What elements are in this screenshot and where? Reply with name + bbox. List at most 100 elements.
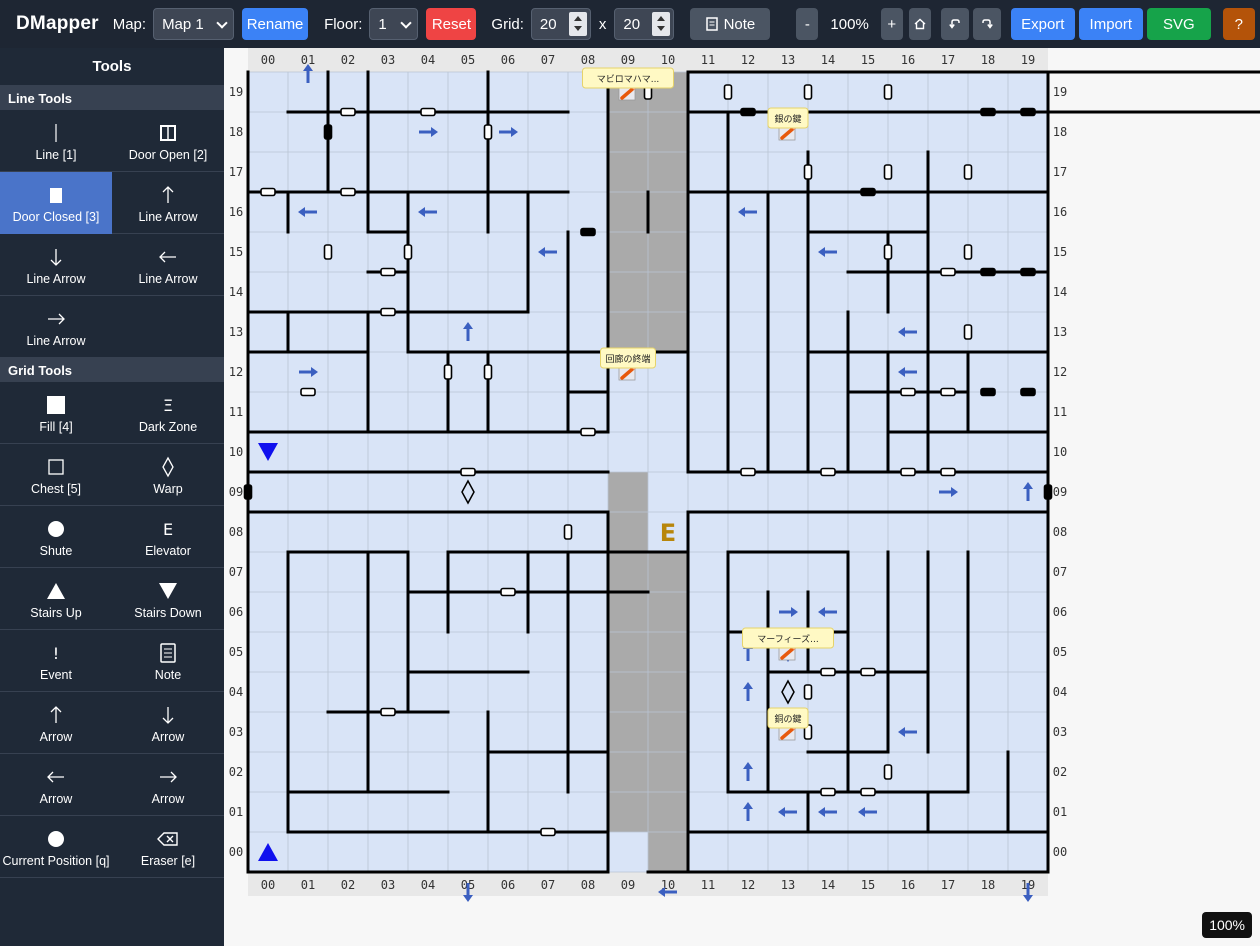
door-closed[interactable]: [1020, 387, 1036, 397]
tool-stairs-up-button[interactable]: Stairs Up: [0, 568, 112, 630]
door-open[interactable]: [420, 107, 436, 117]
tool-chest-button[interactable]: Chest [5]: [0, 444, 112, 506]
dark-zone-cell[interactable]: [648, 552, 688, 592]
grid-width-input[interactable]: 20: [530, 8, 591, 40]
door-open[interactable]: [340, 107, 356, 117]
dark-zone-cell[interactable]: [648, 832, 688, 872]
help-button[interactable]: ?: [1222, 8, 1255, 40]
dark-zone-cell[interactable]: [608, 672, 648, 712]
import-button[interactable]: Import: [1078, 8, 1143, 40]
tool-line-arrow-button[interactable]: Line Arrow: [0, 296, 112, 358]
tool-arrow-button[interactable]: Arrow: [112, 692, 224, 754]
tool-line-arrow-button[interactable]: Line Arrow: [112, 172, 224, 234]
tool-arrow-button[interactable]: Arrow: [112, 754, 224, 816]
dark-zone-cell[interactable]: [608, 512, 648, 552]
door-open[interactable]: [723, 84, 733, 100]
door-open[interactable]: [540, 827, 556, 837]
dark-zone-cell[interactable]: [648, 792, 688, 832]
dark-zone-cell[interactable]: [648, 752, 688, 792]
door-open[interactable]: [883, 164, 893, 180]
tool-line-arrow-button[interactable]: Line Arrow: [112, 234, 224, 296]
grid-height-input[interactable]: 20: [614, 8, 675, 40]
tool-elevator-button[interactable]: E Elevator: [112, 506, 224, 568]
door-closed[interactable]: [580, 227, 596, 237]
dark-zone-cell[interactable]: [648, 712, 688, 752]
door-open[interactable]: [883, 244, 893, 260]
door-open[interactable]: [803, 164, 813, 180]
map-canvas[interactable]: 00 00 01 01 02 02 03 03 04 04 05 05 06 06 07 07 08 08 09 09…: [224, 48, 1260, 946]
door-closed[interactable]: [1020, 107, 1036, 117]
door-open[interactable]: [883, 764, 893, 780]
door-open[interactable]: [323, 244, 333, 260]
door-closed[interactable]: [980, 107, 996, 117]
door-open[interactable]: [443, 364, 453, 380]
door-open[interactable]: [483, 124, 493, 140]
dark-zone-cell[interactable]: [608, 752, 648, 792]
dark-zone-cell[interactable]: [648, 632, 688, 672]
rename-button[interactable]: Rename: [242, 8, 309, 40]
door-open[interactable]: [403, 244, 413, 260]
door-open[interactable]: [820, 787, 836, 797]
tool-line-button[interactable]: Line [1]: [0, 110, 112, 172]
door-open[interactable]: [460, 467, 476, 477]
dark-zone-cell[interactable]: [608, 312, 648, 352]
zoom-in-button[interactable]: +: [880, 8, 903, 40]
dark-zone-cell[interactable]: [608, 112, 648, 152]
floor-select[interactable]: 1: [369, 8, 419, 40]
door-closed[interactable]: [1043, 484, 1053, 500]
door-open[interactable]: [340, 187, 356, 197]
door-open[interactable]: [380, 267, 396, 277]
dark-zone-cell[interactable]: [648, 192, 688, 232]
dark-zone-cell[interactable]: [608, 632, 648, 672]
door-open[interactable]: [900, 467, 916, 477]
door-open[interactable]: [940, 387, 956, 397]
tool-warp-button[interactable]: Warp: [112, 444, 224, 506]
door-open[interactable]: [803, 84, 813, 100]
dark-zone-cell[interactable]: [648, 672, 688, 712]
door-open[interactable]: [300, 387, 316, 397]
door-closed[interactable]: [980, 387, 996, 397]
dark-zone-cell[interactable]: [608, 192, 648, 232]
door-open[interactable]: [380, 707, 396, 717]
tool-door-closed-button[interactable]: Door Closed [3]: [0, 172, 112, 234]
door-closed[interactable]: [243, 484, 253, 500]
door-open[interactable]: [260, 187, 276, 197]
door-open[interactable]: [883, 84, 893, 100]
reset-button[interactable]: Reset: [426, 8, 477, 40]
dark-zone-cell[interactable]: [648, 232, 688, 272]
door-open[interactable]: [860, 667, 876, 677]
tool-door-open-button[interactable]: Door Open [2]: [112, 110, 224, 172]
dark-zone-cell[interactable]: [608, 152, 648, 192]
door-closed[interactable]: [740, 107, 756, 117]
tool-eraser-button[interactable]: Eraser [e]: [112, 816, 224, 878]
tool-current-position-button[interactable]: Current Position [q]: [0, 816, 112, 878]
dark-zone-cell[interactable]: [648, 592, 688, 632]
dark-zone-cell[interactable]: [608, 712, 648, 752]
door-open[interactable]: [563, 524, 573, 540]
undo-button[interactable]: [940, 8, 969, 40]
tool-stairs-down-button[interactable]: Stairs Down: [112, 568, 224, 630]
door-open[interactable]: [963, 324, 973, 340]
map-cell[interactable]: [608, 432, 648, 472]
door-closed[interactable]: [860, 187, 876, 197]
elevator-icon[interactable]: E: [660, 519, 676, 547]
dark-zone-cell[interactable]: [608, 472, 648, 512]
export-button[interactable]: Export: [1010, 8, 1075, 40]
tool-line-arrow-button[interactable]: Line Arrow: [0, 234, 112, 296]
note-button[interactable]: Note: [690, 8, 771, 40]
map-select[interactable]: Map 1: [153, 8, 235, 40]
dark-zone-cell[interactable]: [648, 272, 688, 312]
stepper-icon[interactable]: [568, 12, 587, 36]
door-open[interactable]: [740, 467, 756, 477]
tool-shute-button[interactable]: Shute: [0, 506, 112, 568]
door-closed[interactable]: [980, 267, 996, 277]
dark-zone-cell[interactable]: [608, 792, 648, 832]
map-cell[interactable]: [648, 392, 688, 432]
tool-arrow-button[interactable]: Arrow: [0, 692, 112, 754]
tool-fill-button[interactable]: Fill [4]: [0, 382, 112, 444]
dungeon-map[interactable]: 00 00 01 01 02 02 03 03 04 04 05 05 06 06 07 07 08 08 09 09…: [224, 48, 1260, 946]
svg-button[interactable]: SVG: [1146, 8, 1211, 40]
tool-arrow-button[interactable]: Arrow: [0, 754, 112, 816]
door-open[interactable]: [963, 164, 973, 180]
door-closed[interactable]: [323, 124, 333, 140]
